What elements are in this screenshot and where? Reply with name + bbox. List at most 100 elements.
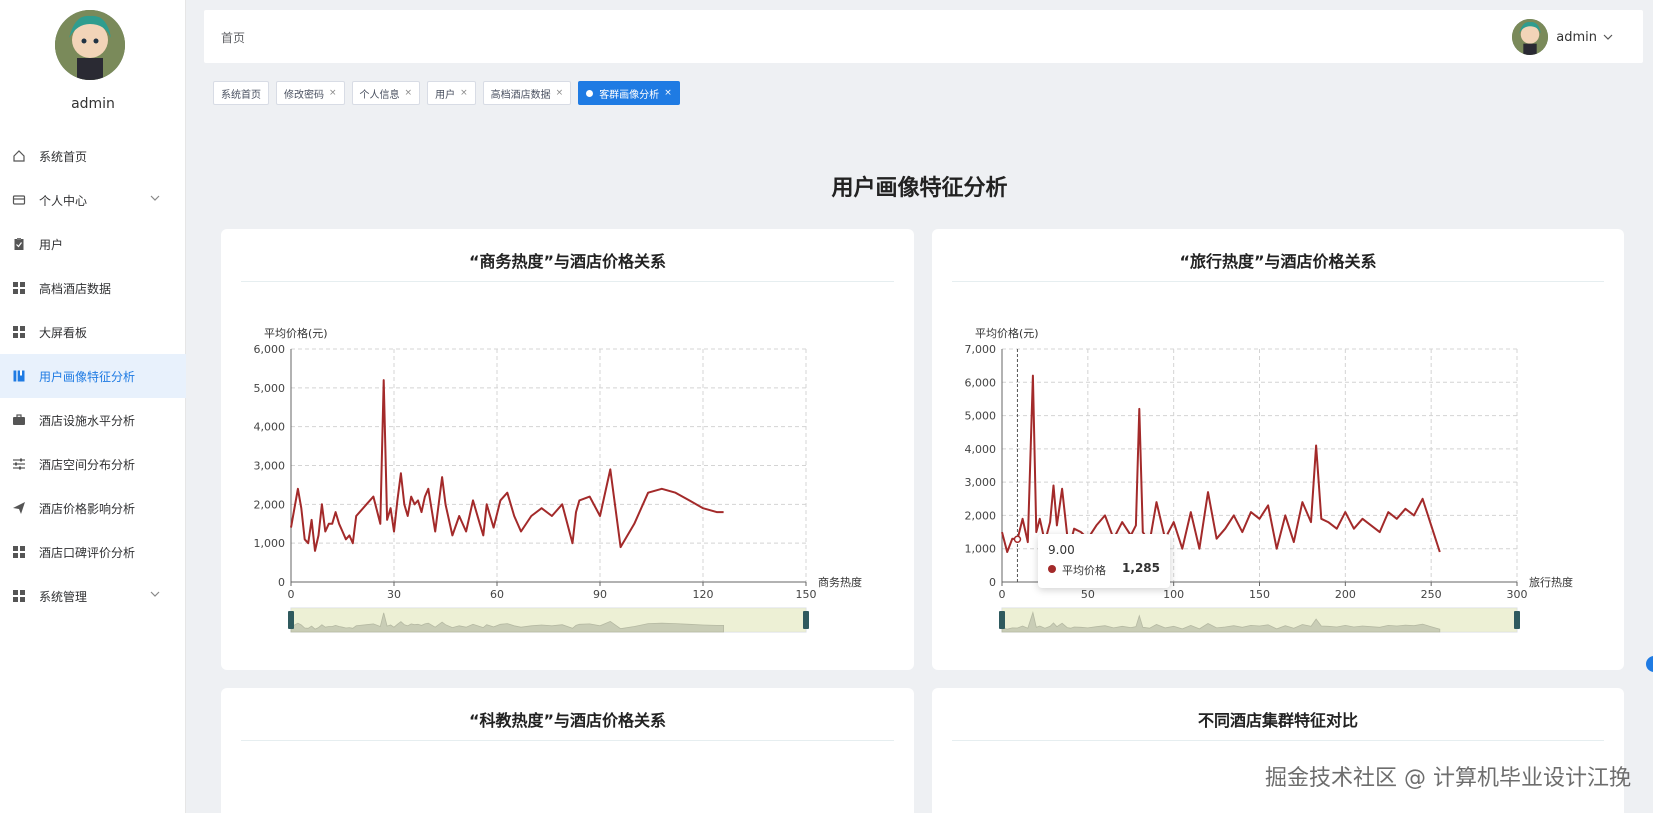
x-tick-label: 0 xyxy=(999,588,1006,601)
tab[interactable]: 用户 × xyxy=(427,81,476,105)
close-icon[interactable]: × xyxy=(329,88,337,98)
sidebar-item[interactable]: 酒店价格影响分析 xyxy=(0,486,186,530)
sidebar-username: admin xyxy=(71,96,115,112)
tab[interactable]: 个人信息 × xyxy=(351,81,421,105)
sidebar-item[interactable]: 系统管理 xyxy=(0,574,186,618)
sidebar-item-label: 个人中心 xyxy=(39,193,88,208)
y-tick-label: 2,000 xyxy=(965,509,997,522)
chart-tooltip: 9.00 平均价格 1,285 xyxy=(1038,534,1170,588)
home-icon xyxy=(12,149,26,163)
x-tick-label: 150 xyxy=(796,588,817,601)
sidebar-item[interactable]: 大屏看板 xyxy=(0,310,186,354)
avatar[interactable] xyxy=(1512,19,1549,55)
chart-card-business: “商务热度”与酒店价格关系 0 1,000 2,000 3,000 4,000 5,000… xyxy=(221,229,914,670)
sidebar-item[interactable]: 酒店口碑评价分析 xyxy=(0,530,186,574)
floating-button[interactable] xyxy=(1646,656,1653,672)
sidebar-item[interactable]: 个人中心 xyxy=(0,178,186,222)
sidebar-item[interactable]: 用户 xyxy=(0,222,186,266)
datazoom-handle-left xyxy=(999,611,1005,629)
sidebar-menu: 系统首页个人中心用户 高档酒店数据大屏看板用户画像特征分析 酒店设施水平分析 酒店空间… xyxy=(0,134,186,618)
briefcase-icon xyxy=(12,413,26,427)
x-tick-label: 250 xyxy=(1421,588,1442,601)
user-menu[interactable]: admin xyxy=(1512,19,1613,55)
tab-label: 用户 xyxy=(435,89,456,101)
close-icon[interactable]: × xyxy=(556,88,564,98)
sliders-icon xyxy=(12,457,26,471)
y-tick-label: 1,000 xyxy=(965,543,997,556)
breadcrumb[interactable]: 首页 xyxy=(221,29,245,46)
tooltip-x-value: 9.00 xyxy=(1048,543,1075,557)
x-tick-label: 100 xyxy=(1163,588,1184,601)
grid-icon xyxy=(12,545,26,559)
sidebar-item-label: 大屏看板 xyxy=(39,325,88,340)
tab-label: 个人信息 xyxy=(359,89,400,101)
header-username: admin xyxy=(1556,29,1597,45)
datazoom-handle-right xyxy=(803,611,809,629)
series-marker xyxy=(1048,565,1056,573)
line-chart-business[interactable]: 0 1,000 2,000 3,000 4,000 5,000 6,000 0 30 60 90 12… xyxy=(221,229,914,670)
wallet-icon xyxy=(12,193,26,207)
avatar-image xyxy=(55,10,125,80)
sidebar-item[interactable]: 高档酒店数据 xyxy=(0,266,186,310)
y-tick-label: 4,000 xyxy=(254,421,286,434)
chart-title: 不同酒店集群特征对比 xyxy=(1197,711,1358,730)
sidebar-item[interactable]: 酒店设施水平分析 xyxy=(0,398,186,442)
y-tick-label: 4,000 xyxy=(965,443,997,456)
y-tick-label: 6,000 xyxy=(965,376,997,389)
book-icon xyxy=(12,369,26,383)
clipboard-icon xyxy=(12,237,26,251)
tab-label: 系统首页 xyxy=(221,89,261,101)
sidebar: admin 系统首页个人中心用户 高档酒店数据大屏看板用户画像特征分析 酒店设施水平… xyxy=(0,0,186,813)
grid-icon xyxy=(12,589,26,603)
divider xyxy=(241,740,894,741)
top-bar: 首页 admin xyxy=(204,10,1643,63)
x-tick-label: 50 xyxy=(1081,588,1095,601)
close-icon[interactable]: × xyxy=(664,88,672,98)
tab[interactable]: 修改密码 × xyxy=(276,81,345,105)
x-tick-label: 300 xyxy=(1507,588,1528,601)
grid-icon xyxy=(12,281,26,295)
send-icon xyxy=(12,501,26,515)
sidebar-item-label: 酒店口碑评价分析 xyxy=(39,545,136,560)
x-tick-label: 90 xyxy=(593,588,607,601)
tooltip-series-name: 平均价格 xyxy=(1062,564,1106,577)
y-tick-label: 6,000 xyxy=(254,343,286,356)
tab[interactable]: 客群画像分析 × xyxy=(578,81,680,105)
y-tick-label: 0 xyxy=(278,576,285,589)
chart-card-education: “科教热度”与酒店价格关系 xyxy=(221,688,914,813)
y-tick-label: 1,000 xyxy=(254,537,286,550)
tags-view: 系统首页 修改密码 × 个人信息 × 用户 × 高档酒店数据 × 客群画像分析 × xyxy=(213,81,680,105)
tooltip-value: 1,285 xyxy=(1122,561,1160,575)
x-tick-label: 120 xyxy=(693,588,714,601)
line-chart-travel[interactable]: 0 1,000 2,000 3,000 4,000 5,000 6,000 7,000 0 50 1… xyxy=(932,229,1624,670)
y-axis-label: 平均价格(元) xyxy=(975,326,1039,340)
tab[interactable]: 高档酒店数据 × xyxy=(482,81,572,105)
tab-label: 高档酒店数据 xyxy=(490,89,551,101)
close-icon[interactable]: × xyxy=(405,88,413,98)
y-axis-label: 平均价格(元) xyxy=(264,326,328,340)
active-dot xyxy=(586,89,594,97)
close-icon[interactable]: × xyxy=(460,88,468,98)
sidebar-item[interactable]: 用户画像特征分析 xyxy=(0,354,186,398)
y-tick-label: 7,000 xyxy=(965,343,997,356)
x-tick-label: 0 xyxy=(288,588,295,601)
y-tick-label: 0 xyxy=(989,576,996,589)
chevron-down-icon xyxy=(150,591,160,597)
highlight-point xyxy=(1013,535,1022,543)
tab-label: 客群画像分析 xyxy=(599,89,660,101)
x-tick-label: 150 xyxy=(1249,588,1270,601)
tab[interactable]: 系统首页 xyxy=(213,81,269,105)
avatar[interactable] xyxy=(55,10,125,80)
datazoom-handle-right xyxy=(1514,611,1520,629)
y-tick-label: 2,000 xyxy=(254,498,286,511)
sidebar-item[interactable]: 酒店空间分布分析 xyxy=(0,442,186,486)
datazoom-handle-left xyxy=(288,611,294,629)
y-tick-label: 5,000 xyxy=(254,382,286,395)
x-tick-label: 30 xyxy=(387,588,401,601)
x-axis-label: 商务热度 xyxy=(818,575,862,589)
page-title: 用户画像特征分析 xyxy=(831,176,1008,201)
avatar-image xyxy=(1512,19,1549,55)
tab-label: 修改密码 xyxy=(284,89,324,101)
chevron-down-icon xyxy=(1603,34,1613,40)
sidebar-item[interactable]: 系统首页 xyxy=(0,134,186,178)
